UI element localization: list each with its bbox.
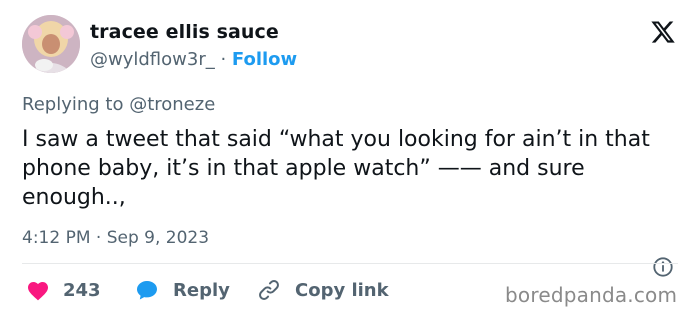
replying-prefix: Replying to: [22, 94, 130, 115]
tweet-header: tracee ellis sauce @wyldflow3r_ · Follow: [22, 15, 682, 79]
reply-button[interactable]: Reply: [135, 277, 230, 303]
like-button[interactable]: 243: [26, 277, 101, 303]
copy-link-label: Copy link: [295, 279, 389, 301]
divider: [22, 263, 678, 264]
display-name[interactable]: tracee ellis sauce: [90, 21, 279, 43]
replying-to: Replying to @troneze: [22, 94, 215, 115]
watermark: boredpanda.com: [505, 283, 678, 307]
follow-button[interactable]: Follow: [232, 49, 297, 70]
copy-link-button[interactable]: Copy link: [257, 277, 389, 303]
tweet-text: I saw a tweet that said “what you lookin…: [22, 127, 650, 210]
heart-icon: [28, 282, 48, 301]
user-handle[interactable]: @wyldflow3r_: [90, 49, 215, 70]
tweet-timestamp[interactable]: 4:12 PM · Sep 9, 2023: [22, 228, 209, 248]
x-logo-icon[interactable]: [650, 19, 676, 45]
reply-bubble-icon: [137, 281, 157, 300]
tweet-actions: 243 Reply Copy link: [22, 277, 442, 303]
replying-mention[interactable]: @troneze: [129, 94, 215, 115]
reply-label: Reply: [173, 279, 230, 301]
link-icon: [259, 280, 279, 300]
likes-count: 243: [63, 279, 101, 301]
separator-dot: ·: [214, 49, 232, 70]
avatar-image: [22, 15, 80, 73]
info-icon[interactable]: [652, 256, 674, 278]
handle-row: @wyldflow3r_ · Follow: [90, 49, 297, 70]
avatar[interactable]: [22, 15, 80, 73]
